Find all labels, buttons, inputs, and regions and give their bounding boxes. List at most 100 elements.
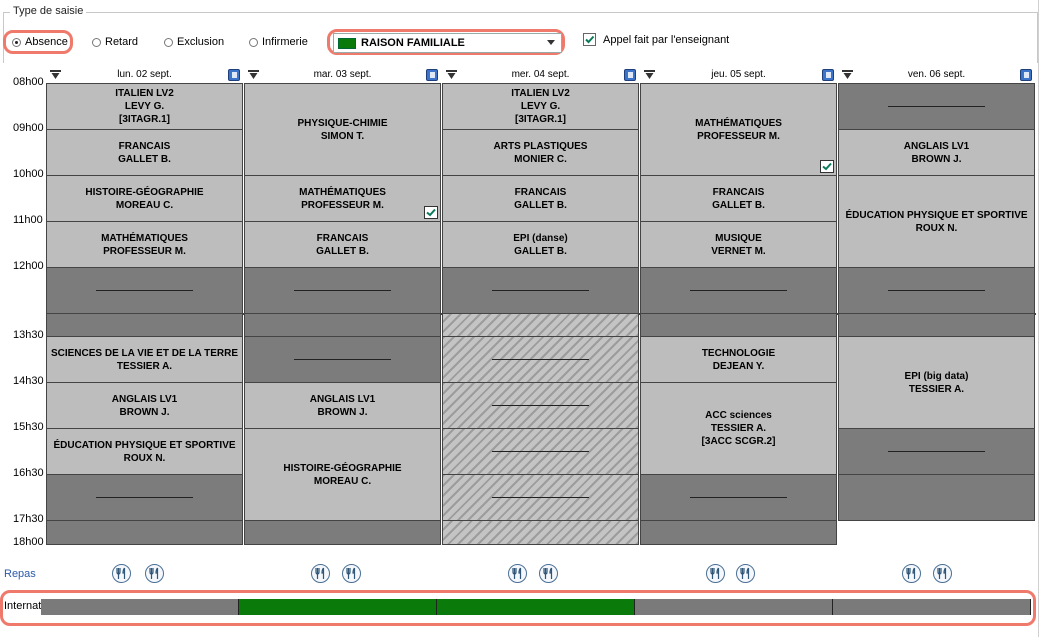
meal-icon[interactable] (311, 564, 330, 583)
course-cell[interactable]: MATHÉMATIQUES PROFESSEUR M. (640, 83, 837, 176)
radio-dot (249, 37, 258, 47)
meal-icon[interactable] (112, 564, 131, 583)
course-cell[interactable]: FRANCAIS GALLET B. (46, 129, 243, 176)
notebook-icon[interactable] (822, 69, 834, 81)
course-cell[interactable]: MUSIQUE VERNET M. (640, 221, 837, 268)
notebook-icon[interactable] (624, 69, 636, 81)
empty-slot-line (492, 405, 589, 406)
empty-slot[interactable] (640, 474, 837, 521)
course-cell[interactable]: MATHÉMATIQUES PROFESSEUR M. (46, 221, 243, 268)
course-cell[interactable]: EPI (danse) GALLET B. (442, 221, 639, 268)
course-text: FRANCAIS (316, 232, 369, 244)
empty-slot[interactable] (46, 520, 243, 545)
empty-slot[interactable] (640, 520, 837, 545)
empty-slot[interactable] (46, 313, 243, 337)
appel-done-icon (424, 206, 438, 219)
empty-slot[interactable] (442, 267, 639, 314)
course-cell[interactable]: ANGLAIS LV1 BROWN J. (838, 129, 1035, 176)
unavailable-slot (442, 382, 639, 429)
day-label: ven. 06 sept. (907, 69, 966, 80)
course-text: [3ITAGR.1] (119, 114, 170, 125)
notebook-icon[interactable] (228, 69, 240, 81)
empty-slot-line (690, 497, 787, 498)
course-cell[interactable]: FRANCAIS GALLET B. (244, 221, 441, 268)
course-cell[interactable]: HISTOIRE-GÉOGRAPHIE MOREAU C. (244, 428, 441, 521)
course-text: LEVY G. (124, 101, 165, 112)
course-text: EPI (big data) (904, 370, 969, 382)
internat-night[interactable] (239, 599, 437, 615)
meal-icon[interactable] (145, 564, 164, 583)
meal-icon[interactable] (933, 564, 952, 583)
empty-slot[interactable] (838, 428, 1035, 475)
course-cell[interactable]: ANGLAIS LV1 BROWN J. (244, 382, 441, 429)
course-cell[interactable]: HISTOIRE-GÉOGRAPHIE MOREAU C. (46, 175, 243, 222)
empty-slot[interactable] (46, 267, 243, 314)
course-cell[interactable]: TECHNOLOGIE DEJEAN Y. (640, 336, 837, 383)
day-header: ven. 06 sept. (838, 69, 1035, 82)
empty-slot[interactable] (46, 474, 243, 521)
internat-night[interactable] (41, 599, 239, 615)
course-cell[interactable]: SCIENCES DE LA VIE ET DE LA TERRE TESSIER… (46, 336, 243, 383)
course-text: TESSIER A. (908, 383, 965, 395)
meal-icon[interactable] (539, 564, 558, 583)
course-cell[interactable]: ÉDUCATION PHYSIQUE ET SPORTIVE ROUX N. (46, 428, 243, 475)
radio-exclusion[interactable]: Exclusion (164, 36, 224, 48)
course-cell[interactable]: PHYSIQUE-CHIMIE SIMON T. (244, 83, 441, 176)
radio-retard[interactable]: Retard (92, 36, 138, 48)
internat-night[interactable] (833, 599, 1031, 615)
timetable-grid: ITALIEN LV2 LEVY G. [3ITAGR.1] FRANCAIS GALL… (46, 83, 1036, 545)
course-text: VERNET M. (711, 245, 766, 257)
course-text: TESSIER A. (710, 423, 767, 434)
empty-slot[interactable] (838, 474, 1035, 521)
day-header: mer. 04 sept. (442, 69, 639, 82)
course-cell[interactable]: ARTS PLASTIQUES MONIER C. (442, 129, 639, 176)
chevron-down-icon (547, 40, 555, 45)
meal-icon[interactable] (706, 564, 725, 583)
appel-checkbox[interactable] (583, 33, 596, 46)
meal-icon[interactable] (508, 564, 527, 583)
day-label: lun. 02 sept. (117, 69, 172, 80)
course-cell[interactable]: ANGLAIS LV1 BROWN J. (46, 382, 243, 429)
course-cell[interactable]: ÉDUCATION PHYSIQUE ET SPORTIVE ROUX N. (838, 175, 1035, 268)
course-cell[interactable]: ITALIEN LV2 LEVY G. [3ITAGR.1] (442, 83, 639, 130)
course-text: MUSIQUE (715, 232, 762, 244)
empty-slot[interactable] (838, 313, 1035, 337)
notebook-icon[interactable] (1020, 69, 1032, 81)
radio-absence[interactable]: Absence (12, 36, 68, 48)
empty-slot[interactable] (244, 336, 441, 383)
course-cell[interactable]: FRANCAIS GALLET B. (640, 175, 837, 222)
internat-night[interactable] (437, 599, 635, 615)
course-cell[interactable]: ACC sciences TESSIER A. [3ACC SCGR.2] (640, 382, 837, 475)
empty-slot[interactable] (640, 267, 837, 314)
empty-slot[interactable] (244, 313, 441, 337)
course-cell[interactable]: ITALIEN LV2 LEVY G. [3ITAGR.1] (46, 83, 243, 130)
course-cell[interactable]: MATHÉMATIQUES PROFESSEUR M. (244, 175, 441, 222)
empty-slot[interactable] (838, 83, 1035, 130)
empty-slot[interactable] (244, 520, 441, 545)
course-text: BROWN J. (911, 153, 962, 165)
meal-icon[interactable] (736, 564, 755, 583)
course-text: ANGLAIS LV1 (309, 393, 376, 405)
hour-label: 17h30 (13, 513, 44, 525)
course-text: FRANCAIS (514, 186, 567, 198)
day-label: jeu. 05 sept. (711, 69, 766, 80)
meal-icon[interactable] (342, 564, 361, 583)
empty-slot[interactable] (838, 267, 1035, 314)
course-cell[interactable]: EPI (big data) TESSIER A. (838, 336, 1035, 429)
empty-slot-line (492, 497, 589, 498)
meal-icon[interactable] (902, 564, 921, 583)
radio-infirmerie[interactable]: Infirmerie (249, 36, 308, 48)
empty-slot-line (96, 497, 193, 498)
internat-night[interactable] (635, 599, 833, 615)
day-column: ANGLAIS LV1 BROWN J. ÉDUCATION PHYSIQUE ET… (838, 83, 1035, 544)
motif-select[interactable]: RAISON FAMILIALE (333, 33, 562, 53)
motif-value: RAISON FAMILIALE (361, 37, 465, 49)
empty-slot[interactable] (244, 267, 441, 314)
appel-done-icon (820, 160, 834, 173)
course-text: SCIENCES DE LA VIE ET DE LA TERRE (50, 347, 239, 359)
day-column: PHYSIQUE-CHIMIE SIMON T. MATHÉMATIQUES PROF… (244, 83, 441, 545)
empty-slot[interactable] (640, 313, 837, 337)
day-label: mer. 04 sept. (511, 69, 570, 80)
notebook-icon[interactable] (426, 69, 438, 81)
course-cell[interactable]: FRANCAIS GALLET B. (442, 175, 639, 222)
